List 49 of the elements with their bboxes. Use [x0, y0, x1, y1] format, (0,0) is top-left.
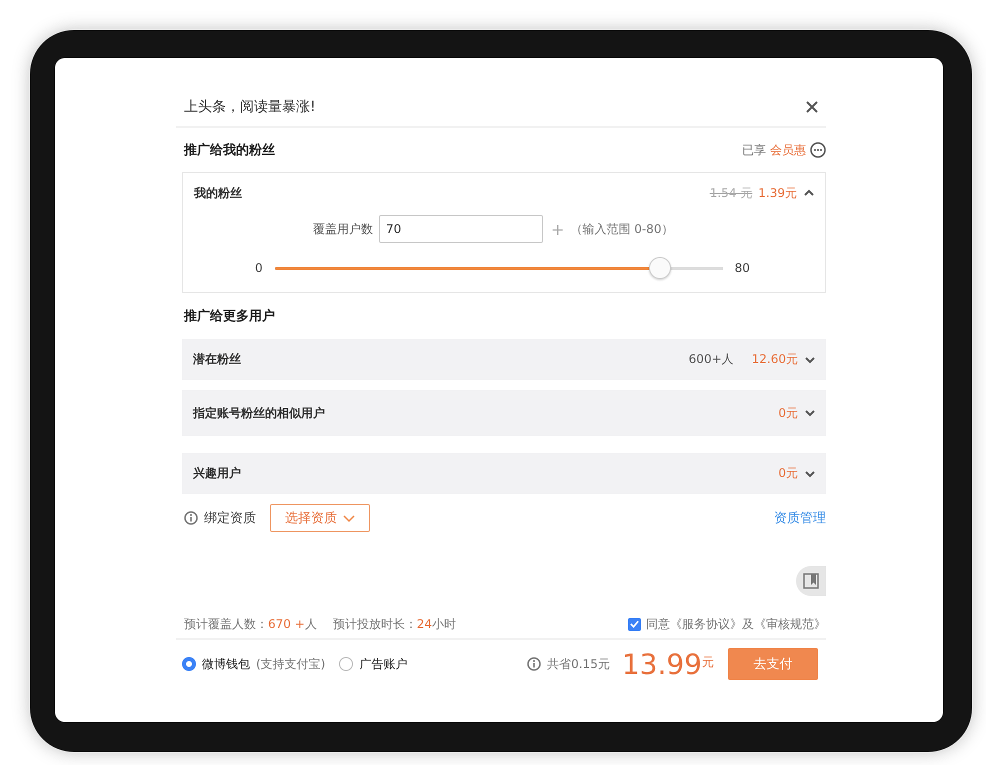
currency-unit: 元: [702, 654, 714, 670]
row-price: 12.60元: [752, 351, 798, 368]
info-icon: [184, 511, 198, 525]
expand-chevron-icon[interactable]: [804, 408, 816, 418]
collapse-chevron-icon[interactable]: [803, 188, 815, 198]
payment-option-note: (支持支付宝): [256, 656, 326, 672]
range-hint: （输入范围 0-80）: [570, 220, 674, 238]
check-icon: [629, 618, 640, 630]
coverage-value: 670 +: [268, 616, 305, 630]
info-icon: [527, 657, 542, 671]
book-icon: [803, 573, 819, 589]
audience-row[interactable]: 兴趣用户 0元: [182, 453, 826, 494]
agreement-text: 同意《服务协议》及《审核规范》: [646, 616, 826, 632]
duration-label: 预计投放时长：: [332, 616, 417, 630]
perk-label: 已享: [742, 142, 766, 158]
payment-radio[interactable]: [182, 657, 196, 671]
expand-chevron-icon[interactable]: [804, 468, 816, 478]
coverage-unit: 人: [304, 616, 317, 630]
agree-checkbox[interactable]: [628, 618, 641, 630]
dialog-title: 上头条，阅读量暴涨!: [184, 98, 316, 116]
duration-unit: 小时: [432, 616, 456, 630]
slider-max: 80: [734, 261, 750, 275]
audience-row[interactable]: 指定账号粉丝的相似用户 0元: [182, 390, 826, 436]
slider-min: 0: [255, 261, 263, 275]
row-price: 0元: [778, 404, 798, 422]
duration-value: 24: [416, 616, 432, 630]
field-label: 覆盖用户数: [313, 220, 373, 238]
card-title: 我的粉丝: [194, 184, 242, 202]
qualification-label: 绑定资质: [204, 510, 256, 527]
user-count-field[interactable]: 70: [379, 215, 543, 243]
payment-option-label[interactable]: 微博钱包: [202, 656, 250, 672]
slider-thumb[interactable]: [648, 257, 671, 279]
original-price: 1.54 元: [710, 184, 752, 202]
close-icon[interactable]: [806, 101, 818, 113]
more-icon[interactable]: [810, 142, 826, 158]
audience-row[interactable]: 潜在粉丝 600+人 12.60元: [182, 339, 826, 380]
total-amount: 13.99: [622, 648, 702, 680]
discount-price: 1.39元: [758, 184, 797, 202]
payment-option-label[interactable]: 广告账户: [359, 656, 408, 672]
payment-radio[interactable]: [339, 657, 354, 671]
savings-text: 共省0.15元: [547, 656, 610, 672]
user-count: 600+人: [688, 351, 734, 368]
section-heading: 推广给我的粉丝: [184, 142, 275, 159]
coverage-label: 预计覆盖人数：: [184, 616, 268, 630]
caret-icon: [343, 514, 355, 522]
row-price: 0元: [778, 465, 798, 482]
expand-chevron-icon[interactable]: [804, 354, 816, 364]
section-heading: 推广给更多用户: [184, 308, 275, 325]
floating-button[interactable]: [796, 566, 826, 596]
